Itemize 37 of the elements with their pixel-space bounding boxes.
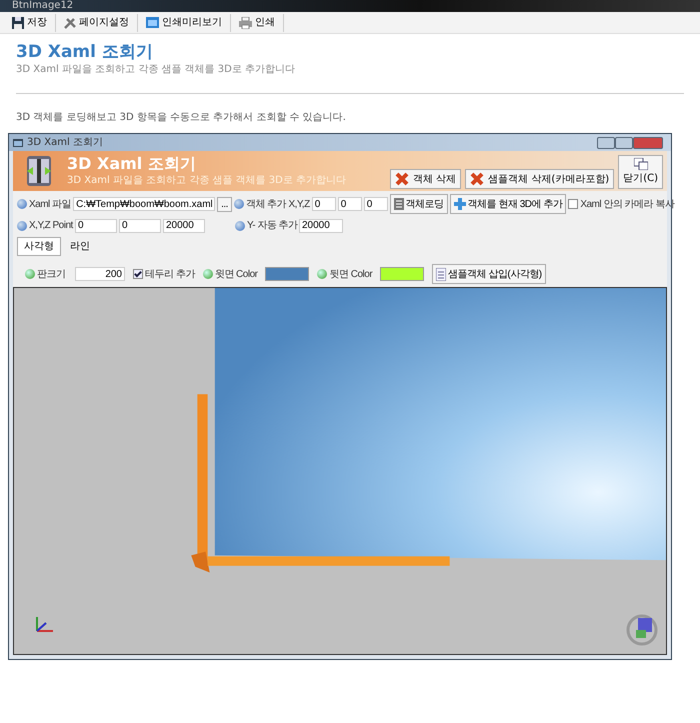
toolbar-button[interactable]: 샘플객체 삭제(카메라포함) — [465, 169, 614, 190]
browse-button[interactable]: ... — [217, 196, 232, 212]
toolbar-button[interactable]: 닫기(C) — [618, 155, 663, 190]
banner-subtitle: 3D Xaml 파일을 조회하고 각종 샘플 객체를 3D로 추가합니다 — [67, 174, 346, 188]
page-title: 3D Xaml 조회기 — [16, 42, 154, 62]
app-title: BtnImage12 — [0, 0, 700, 12]
field-label: 판크기 — [37, 268, 66, 282]
field-label: Xaml 파일 — [29, 198, 72, 212]
field-label: 뒷면 Color — [329, 268, 372, 282]
checkbox-label: 테두리 추가 — [145, 268, 195, 282]
banner-title: 3D Xaml 조회기 — [67, 155, 197, 173]
field-label: 윗면 Color — [214, 268, 258, 282]
input-field[interactable]: 0 — [364, 197, 388, 212]
page-subtitle: 3D Xaml 파일을 조회하고 각종 샘플 객체를 3D로 추가합니다 — [16, 63, 296, 78]
input-field[interactable]: 0 — [119, 218, 161, 233]
toolbar-button[interactable]: 객체 삭제 — [390, 169, 462, 190]
field-label: 객체 추가 X,Y,Z — [246, 198, 310, 212]
page-description: 3D 객체를 로딩해보고 3D 항목을 수동으로 추가해서 조회할 수 있습니다. — [16, 111, 347, 126]
input-field[interactable]: 0 — [75, 218, 117, 233]
input-field[interactable]: C:₩Temp₩boom₩boom.xaml — [73, 197, 216, 212]
toolbar-button[interactable]: 인쇄미리보기 — [138, 14, 231, 32]
tab[interactable]: 라인 — [63, 237, 97, 256]
toolbar-button[interactable]: 페이지설정 — [56, 14, 138, 32]
toolbar-button[interactable]: 샘플객체 삽입(사각형) — [432, 264, 546, 284]
window-title: 3D Xaml 조회기 — [27, 136, 103, 150]
input-field[interactable]: 20000 — [299, 218, 343, 233]
field-label: X,Y,Z Point — [29, 219, 73, 234]
input-field[interactable]: 20000 — [163, 218, 205, 233]
toolbar-button[interactable]: 객체를 현재 3D에 추가 — [450, 194, 566, 214]
input-field[interactable]: 200 — [75, 267, 125, 282]
tab[interactable]: 사각형 — [17, 237, 61, 256]
toolbar-button[interactable]: 저장 — [4, 14, 56, 32]
input-field[interactable]: 0 — [338, 197, 362, 212]
field-label: Y- 자동 추가 — [247, 219, 298, 234]
input-field[interactable]: 0 — [312, 197, 336, 212]
toolbar-button[interactable]: 인쇄 — [231, 14, 284, 32]
toolbar-button[interactable]: 객체로딩 — [390, 194, 448, 214]
